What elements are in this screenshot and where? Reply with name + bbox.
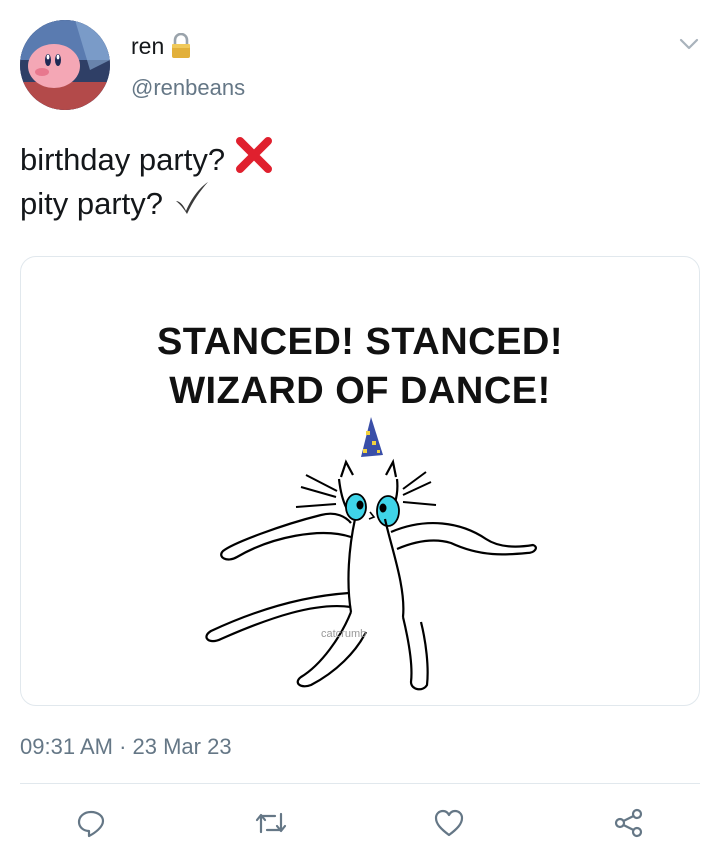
cross-mark-emoji-icon: [235, 134, 275, 186]
display-name[interactable]: ren: [131, 33, 164, 59]
action-bar: [0, 803, 720, 843]
wizard-hat-icon: [361, 417, 383, 457]
retweet-button[interactable]: [251, 803, 291, 843]
tweet-line-1-text: birthday party?: [20, 142, 226, 177]
reply-icon: [77, 810, 105, 838]
avatar-image: [20, 20, 110, 110]
avatar[interactable]: [20, 20, 110, 110]
tweet-timestamp[interactable]: 09:31 AM · 23 Mar 23: [20, 734, 232, 760]
media-card[interactable]: STANCED! STANCED! WIZARD OF DANCE! catcr…: [20, 256, 700, 706]
reply-button[interactable]: [71, 803, 111, 843]
share-icon: [614, 808, 643, 838]
dancing-cat-illustration: catcrumb: [205, 417, 537, 691]
tweet-text: birthday party? pity party?: [20, 137, 275, 226]
watermark-text: catcrumb: [321, 628, 366, 640]
retweet-icon: [255, 812, 287, 834]
chevron-down-icon[interactable]: [678, 36, 700, 52]
user-handle[interactable]: @renbeans: [131, 75, 245, 101]
tweet-line-1: birthday party?: [20, 137, 275, 182]
user-name-row[interactable]: ren: [131, 32, 192, 59]
meme-caption-line1: STANCED! STANCED!: [156, 321, 564, 363]
tweet-line-2: pity party?: [20, 182, 275, 226]
share-button[interactable]: [609, 803, 649, 843]
check-mark-emoji-icon: [173, 179, 211, 229]
like-button[interactable]: [429, 803, 469, 843]
divider: [20, 783, 700, 784]
lock-icon: [170, 32, 192, 59]
tweet-line-2-text: pity party?: [20, 186, 164, 221]
like-icon: [434, 809, 464, 837]
